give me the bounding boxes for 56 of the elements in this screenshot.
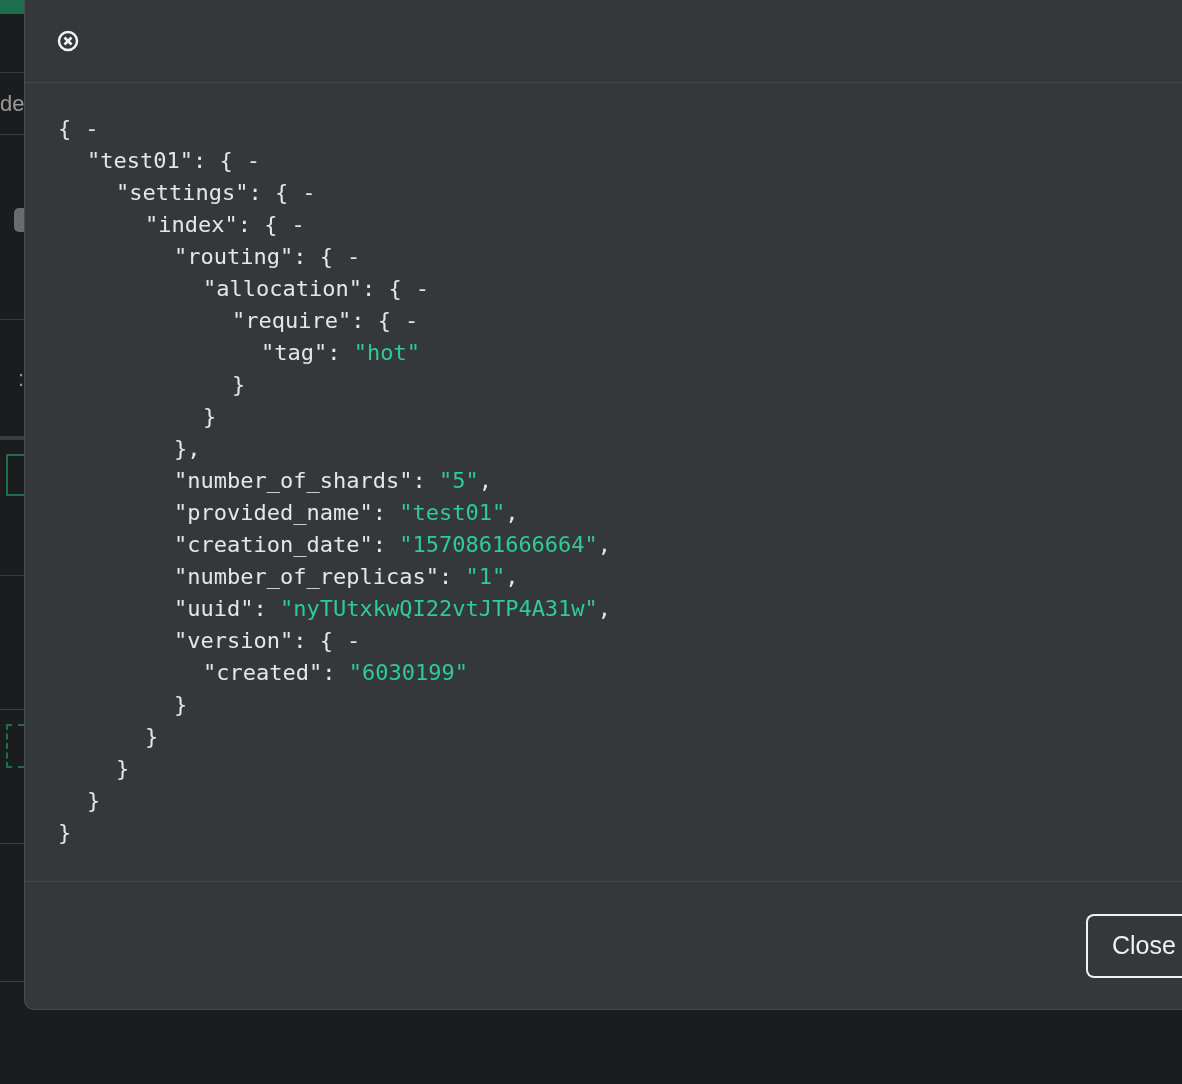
json-key: "uuid": (174, 596, 280, 621)
json-brace: { (388, 276, 402, 301)
json-brace: { (219, 148, 233, 173)
json-key: "version": (174, 628, 320, 653)
json-key: "routing": (174, 244, 320, 269)
close-button[interactable]: Close (1086, 913, 1182, 978)
collapse-toggle[interactable]: - (346, 625, 361, 657)
json-value: "test01" (399, 500, 506, 525)
json-value: "1" (465, 564, 506, 589)
json-brace: } (145, 724, 159, 749)
json-brace: { (377, 308, 391, 333)
json-brace: } (87, 788, 101, 813)
json-punctuation: , (505, 564, 519, 589)
json-brace: } (116, 756, 130, 781)
collapse-toggle[interactable]: - (346, 241, 361, 273)
json-key: "creation_date": (174, 532, 400, 557)
json-key: "require": (232, 308, 378, 333)
json-brace: } (203, 404, 217, 429)
json-brace: } (232, 372, 246, 397)
json-brace: { (319, 628, 333, 653)
json-punctuation: , (478, 468, 492, 493)
accent-bar (0, 0, 24, 14)
json-value: "1570861666664" (399, 532, 598, 557)
json-key: "index": (145, 212, 265, 237)
collapse-toggle[interactable]: - (291, 209, 305, 241)
close-icon[interactable] (57, 30, 79, 52)
json-punctuation: , (597, 532, 612, 557)
json-key: "allocation": (203, 276, 389, 301)
collapse-toggle[interactable]: - (246, 145, 260, 177)
json-brace: }, (174, 436, 201, 461)
json-brace: { (319, 244, 333, 269)
json-brace: } (174, 692, 188, 717)
json-key: "created": (203, 660, 349, 685)
json-key: "test01": (87, 148, 220, 173)
json-value: "6030199" (348, 660, 468, 685)
stat-text: : (17, 364, 24, 393)
json-key: "settings": (116, 180, 275, 205)
json-key: "tag": (261, 340, 354, 365)
collapse-toggle[interactable]: - (404, 305, 419, 337)
json-key: "number_of_shards": (174, 468, 439, 493)
json-key: "number_of_replicas": (174, 564, 466, 589)
json-value: "hot" (353, 340, 420, 365)
collapse-toggle[interactable]: - (85, 113, 99, 145)
json-value: "5" (438, 468, 479, 493)
column-header-text: de (0, 90, 24, 118)
json-punctuation: , (597, 596, 612, 621)
json-value: "nyTUtxkwQI22vtJTP4A31w" (279, 596, 598, 621)
rounded-block (14, 208, 24, 232)
collapse-toggle[interactable]: - (302, 177, 316, 209)
json-brace: { (58, 116, 72, 141)
json-brace: { (264, 212, 278, 237)
json-punctuation: , (505, 500, 519, 525)
json-brace: } (58, 820, 72, 845)
json-brace: { (274, 180, 289, 205)
collapse-toggle[interactable]: - (415, 273, 429, 305)
json-key: "provided_name": (174, 500, 400, 525)
